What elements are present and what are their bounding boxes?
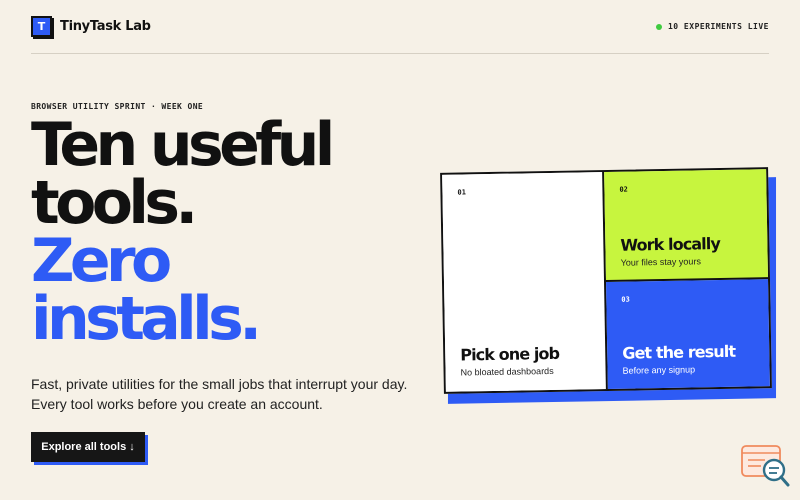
brand-name: TinyTask Lab — [60, 19, 151, 34]
headline-line: tools. — [31, 168, 198, 238]
feature-cell-pick-one-job: 01 Pick one job No bloated dashboards — [442, 172, 608, 392]
hero-subtext: Fast, private utilities for the small jo… — [31, 374, 421, 414]
headline-line: Ten useful — [31, 110, 335, 180]
feature-title: Pick one job — [460, 343, 560, 365]
subtext-line: Every tool works before you create an ac… — [31, 396, 323, 412]
feature-number: 02 — [619, 185, 628, 194]
site-header: T TinyTask Lab 10 EXPERIMENTS LIVE — [31, 0, 769, 54]
headline-line-accent: Zero — [31, 226, 172, 296]
live-dot-icon — [655, 23, 662, 30]
feature-number: 03 — [621, 295, 630, 304]
status-indicator: 10 EXPERIMENTS LIVE — [655, 22, 769, 31]
feature-title: Work locally — [620, 234, 721, 255]
feature-title: Get the result — [622, 341, 736, 363]
feature-card: 01 Pick one job No bloated dashboards 02… — [440, 167, 772, 394]
search-chat-icon[interactable] — [741, 444, 791, 490]
feature-number: 01 — [457, 188, 466, 197]
status-text: 10 EXPERIMENTS LIVE — [667, 22, 769, 31]
subtext-line: Fast, private utilities for the small jo… — [31, 376, 408, 392]
logo-mark-icon: T — [31, 16, 52, 37]
headline-line-accent: installs. — [31, 284, 262, 354]
feature-desc: No bloated dashboards — [460, 365, 554, 378]
explore-tools-button[interactable]: Explore all tools ↓ — [31, 432, 145, 462]
hero-headline: Ten useful tools. Zero installs. — [31, 110, 391, 354]
feature-cell-get-the-result: 03 Get the result Before any signup — [606, 279, 770, 389]
logo[interactable]: T TinyTask Lab — [31, 16, 151, 37]
feature-desc: Your files stay yours — [620, 256, 701, 268]
feature-cell-work-locally: 02 Work locally Your files stay yours — [604, 169, 769, 282]
feature-desc: Before any signup — [622, 364, 696, 376]
